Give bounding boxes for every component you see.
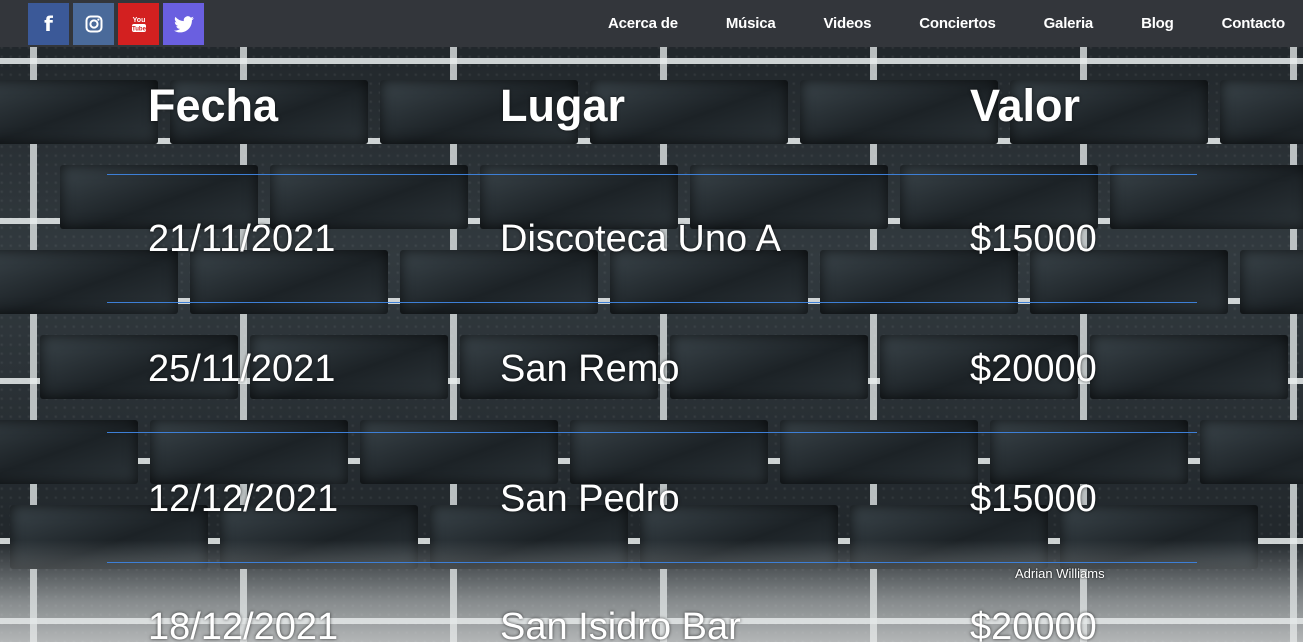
nav-link-galeria[interactable]: Galeria — [1044, 15, 1094, 32]
header-fecha: Fecha — [148, 80, 279, 131]
nav-link-musica[interactable]: Música — [726, 15, 776, 32]
twitter-icon — [173, 15, 194, 32]
header-valor: Valor — [970, 80, 1081, 131]
twitter-button[interactable] — [163, 3, 204, 45]
facebook-button[interactable]: f — [28, 3, 69, 45]
youtube-icon: You Tube — [131, 17, 147, 33]
table-divider — [107, 174, 1197, 175]
top-navbar: f You Tube Acerca de Música Videos Conci… — [0, 0, 1303, 47]
nav-link-videos[interactable]: Videos — [824, 15, 872, 32]
row-1-lugar: Discoteca Uno A — [500, 218, 781, 260]
instagram-icon — [85, 15, 102, 33]
header-lugar: Lugar — [500, 80, 626, 131]
instagram-button[interactable] — [73, 3, 114, 45]
row-3-fecha: 12/12/2021 — [148, 478, 339, 520]
nav-link-acerca[interactable]: Acerca de — [608, 15, 678, 32]
nav-link-conciertos[interactable]: Conciertos — [919, 15, 996, 32]
table-divider — [107, 562, 1197, 563]
row-3-valor: $15000 — [970, 478, 1097, 520]
svg-text:Tube: Tube — [132, 27, 147, 33]
row-1-fecha: 21/11/2021 — [148, 218, 336, 260]
svg-text:You: You — [132, 17, 145, 24]
row-3-lugar: San Pedro — [500, 478, 680, 520]
row-2-fecha: 25/11/2021 — [148, 348, 336, 390]
nav-links: Acerca de Música Videos Conciertos Galer… — [560, 0, 1285, 47]
row-4-lugar: San Isidro Bar — [500, 606, 741, 642]
facebook-icon: f — [44, 12, 53, 36]
row-4-valor: $20000 — [970, 606, 1097, 642]
youtube-button[interactable]: You Tube — [118, 3, 159, 45]
row-2-lugar: San Remo — [500, 348, 680, 390]
table-divider — [107, 432, 1197, 433]
row-1-valor: $15000 — [970, 218, 1097, 260]
row-2-valor: $20000 — [970, 348, 1097, 390]
table-divider — [107, 302, 1197, 303]
nav-link-contacto[interactable]: Contacto — [1222, 15, 1286, 32]
watermark-text: Adrian Williams — [1015, 566, 1105, 581]
social-links: f You Tube — [28, 3, 204, 45]
nav-link-blog[interactable]: Blog — [1141, 15, 1174, 32]
row-4-fecha: 18/12/2021 — [148, 606, 339, 642]
